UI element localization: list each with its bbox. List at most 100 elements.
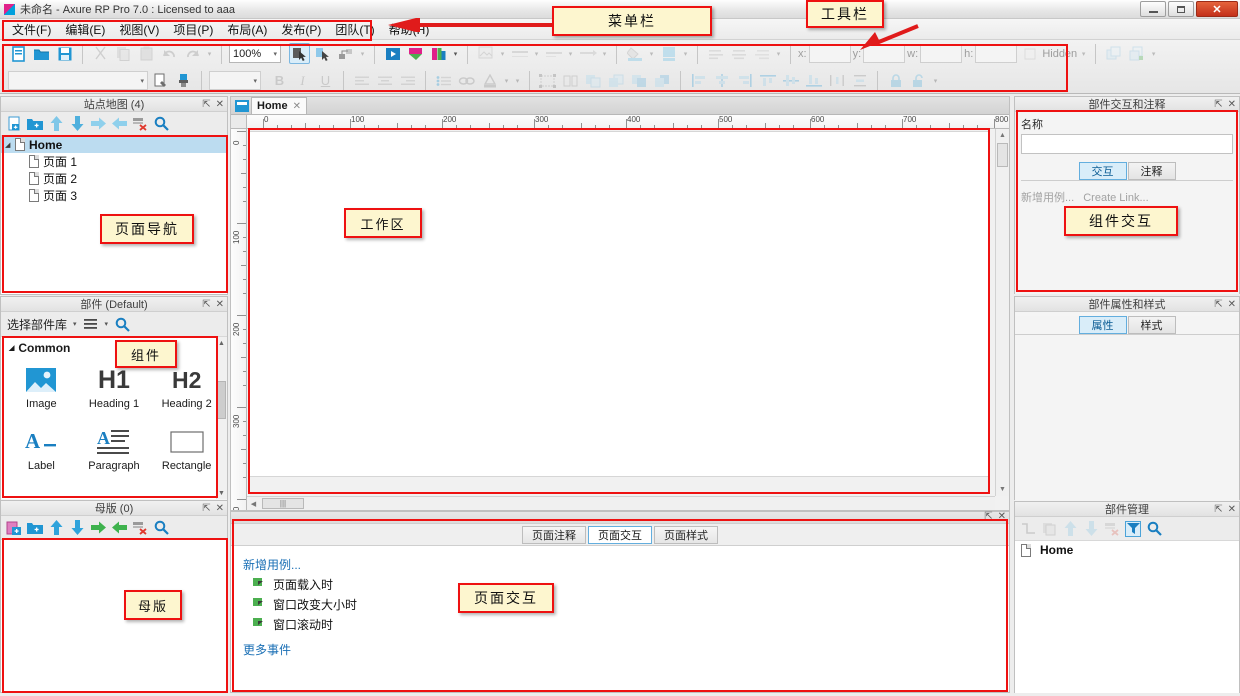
clipboard-overflow-icon[interactable]: ▾ bbox=[205, 43, 214, 64]
move-up-icon[interactable] bbox=[1062, 521, 1078, 537]
properties-expand-icon[interactable]: ⇱ bbox=[1214, 299, 1222, 310]
format-painter-icon[interactable] bbox=[150, 70, 171, 91]
event-row-window-scroll[interactable]: 窗口滚动时 bbox=[253, 616, 997, 633]
sitemap-expand-icon[interactable]: ⇱ bbox=[202, 99, 210, 110]
menu-item-project[interactable]: 项目(P) bbox=[166, 19, 220, 40]
scroll-left-icon[interactable]: ◀ bbox=[247, 497, 260, 511]
move-down-icon[interactable] bbox=[69, 520, 85, 536]
indent-left-icon[interactable] bbox=[111, 116, 127, 132]
widget-item-image[interactable]: Image bbox=[5, 359, 78, 421]
undo-icon[interactable] bbox=[159, 43, 180, 64]
menu-item-file[interactable]: 文件(F) bbox=[5, 19, 58, 40]
font-family-select[interactable]: ▾ bbox=[8, 71, 148, 90]
layer-overflow-icon[interactable]: ▾ bbox=[1149, 43, 1158, 64]
hidden-checkbox[interactable] bbox=[1019, 43, 1040, 64]
widget-library-select[interactable]: 选择部件库 bbox=[7, 316, 67, 333]
scroll-down-icon[interactable]: ▼ bbox=[996, 483, 1009, 496]
indent-icon[interactable] bbox=[1020, 521, 1036, 537]
restore-button[interactable] bbox=[1168, 1, 1194, 17]
canvas-vertical-scrollbar[interactable]: ▲ ▼ bbox=[995, 129, 1009, 496]
search-icon[interactable] bbox=[1146, 521, 1162, 537]
indent-left-icon[interactable] bbox=[111, 520, 127, 536]
interaction-expand-icon[interactable]: ⇱ bbox=[1214, 99, 1222, 110]
send-backward-icon[interactable] bbox=[606, 70, 627, 91]
widgets-close-icon[interactable]: ✕ bbox=[216, 299, 224, 310]
point-tool-icon[interactable] bbox=[335, 43, 356, 64]
collapse-triangle-icon[interactable]: ◢ bbox=[9, 344, 14, 352]
open-folder-icon[interactable] bbox=[31, 43, 52, 64]
tree-item-page3[interactable]: 页面 3 bbox=[1, 187, 227, 204]
border-style-caret-icon[interactable]: ▾ bbox=[566, 43, 575, 64]
event-row-page-load[interactable]: 页面载入时 bbox=[253, 576, 997, 593]
cut-icon[interactable] bbox=[90, 43, 111, 64]
tab-page-style[interactable]: 页面样式 bbox=[654, 525, 718, 544]
widget-manager-close-icon[interactable]: ✕ bbox=[1228, 504, 1236, 515]
add-page-icon[interactable] bbox=[6, 116, 22, 132]
w-input[interactable] bbox=[920, 44, 963, 63]
menu-item-edit[interactable]: 编辑(E) bbox=[58, 19, 112, 40]
align-objects-center-icon[interactable] bbox=[711, 70, 732, 91]
align-bottom-icon[interactable] bbox=[751, 43, 772, 64]
move-up-icon[interactable] bbox=[48, 116, 64, 132]
widget-manager-expand-icon[interactable]: ⇱ bbox=[1214, 504, 1222, 515]
minimize-button[interactable] bbox=[1140, 1, 1166, 17]
widget-item-heading1[interactable]: H1 Heading 1 bbox=[78, 359, 151, 421]
align-left-icon[interactable] bbox=[351, 70, 372, 91]
widget-item-label[interactable]: A Label bbox=[5, 421, 78, 483]
save-icon[interactable] bbox=[54, 43, 75, 64]
add-folder-icon[interactable] bbox=[27, 520, 43, 536]
bring-forward-icon[interactable] bbox=[583, 70, 604, 91]
close-icon[interactable]: ✕ bbox=[293, 101, 301, 112]
search-icon[interactable] bbox=[153, 520, 169, 536]
bold-button[interactable]: B bbox=[269, 70, 290, 91]
widgets-expand-icon[interactable]: ⇱ bbox=[202, 299, 210, 310]
background-color-caret-icon[interactable]: ▾ bbox=[681, 43, 690, 64]
collapse-triangle-icon[interactable]: ◢ bbox=[5, 141, 15, 149]
distribute-horizontal-icon[interactable] bbox=[826, 70, 847, 91]
h-input[interactable] bbox=[975, 44, 1018, 63]
tab-home[interactable]: Home ✕ bbox=[251, 97, 307, 114]
fill-color-caret-icon[interactable]: ▾ bbox=[647, 43, 656, 64]
publish-icon[interactable] bbox=[405, 43, 426, 64]
chevron-down-icon[interactable]: ▾ bbox=[73, 320, 77, 328]
tab-annotations[interactable]: 注释 bbox=[1127, 162, 1176, 180]
menu-item-team[interactable]: 团队(T) bbox=[328, 19, 381, 40]
lock-icon[interactable] bbox=[885, 70, 906, 91]
paragraph-overflow-icon[interactable]: ▾ bbox=[774, 43, 783, 64]
masters-close-icon[interactable]: ✕ bbox=[216, 503, 224, 514]
paste-icon[interactable] bbox=[136, 43, 157, 64]
list-bullet-icon[interactable] bbox=[433, 70, 454, 91]
page-panel-expand-icon[interactable]: ⇱ bbox=[984, 511, 992, 522]
tab-page-notes[interactable]: 页面注释 bbox=[522, 525, 586, 544]
tab-interactions[interactable]: 交互 bbox=[1078, 162, 1127, 180]
filter-icon[interactable] bbox=[1125, 520, 1141, 537]
widget-item-rectangle[interactable]: Rectangle bbox=[150, 421, 223, 483]
tab-page-interactions[interactable]: 页面交互 bbox=[588, 525, 652, 544]
tab-properties[interactable]: 属性 bbox=[1078, 316, 1127, 334]
redo-icon[interactable] bbox=[182, 43, 203, 64]
line-style-icon[interactable] bbox=[509, 43, 530, 64]
sitemap-close-icon[interactable]: ✕ bbox=[216, 99, 224, 110]
ungroup-icon[interactable] bbox=[560, 70, 581, 91]
indent-right-icon[interactable] bbox=[90, 116, 106, 132]
widgets-scrollbar[interactable]: ▲ ▼ bbox=[216, 337, 227, 499]
align-objects-left-icon[interactable] bbox=[688, 70, 709, 91]
chevron-down-icon[interactable]: ▾ bbox=[105, 320, 109, 328]
distribute-vertical-icon[interactable] bbox=[849, 70, 870, 91]
page-panel-close-icon[interactable]: ✕ bbox=[998, 511, 1006, 522]
zoom-select[interactable]: 100% ▾ bbox=[229, 44, 281, 63]
preview-icon[interactable] bbox=[382, 43, 403, 64]
search-icon[interactable] bbox=[114, 316, 130, 332]
indent-right-icon[interactable] bbox=[90, 520, 106, 536]
tools-overflow-icon[interactable]: ▾ bbox=[358, 43, 367, 64]
scroll-thumb[interactable] bbox=[217, 381, 226, 419]
new-case-link[interactable]: 新增用例... bbox=[243, 556, 997, 573]
image-shape-icon[interactable] bbox=[475, 43, 496, 64]
masters-list[interactable] bbox=[1, 540, 227, 692]
lock-overflow-icon[interactable]: ▾ bbox=[931, 70, 940, 91]
scroll-thumb[interactable] bbox=[997, 143, 1008, 167]
text-overflow-icon[interactable]: ▾ bbox=[513, 70, 522, 91]
arrow-style-caret-icon[interactable]: ▾ bbox=[600, 43, 609, 64]
scroll-up-icon[interactable]: ▲ bbox=[217, 338, 226, 348]
canvas-horizontal-scrollbar[interactable]: ◀ ||| bbox=[247, 496, 995, 510]
